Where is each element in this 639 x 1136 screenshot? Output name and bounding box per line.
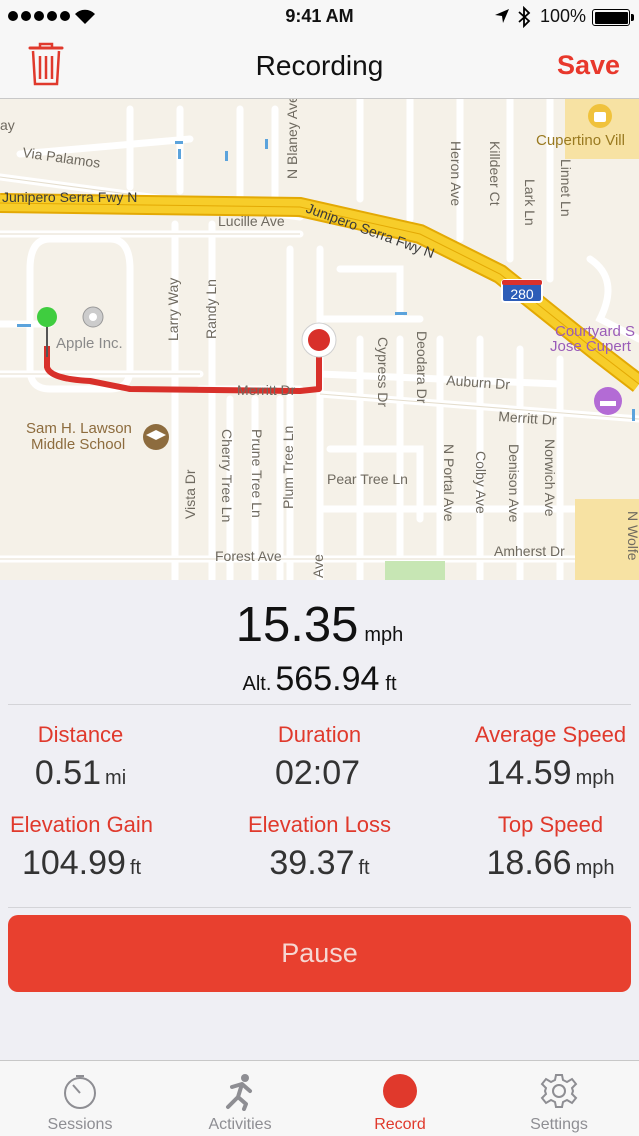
tab-label: Sessions xyxy=(47,1116,113,1133)
map-label: Heron Ave xyxy=(448,141,464,206)
map-label: Norwich Ave xyxy=(542,439,558,517)
pause-button[interactable]: Pause xyxy=(8,915,631,992)
tab-label: Activities xyxy=(208,1116,272,1133)
start-pin-icon xyxy=(37,307,57,327)
map-canvas: 280 Via Palamos N Blaney Ave Junipero Se… xyxy=(0,99,639,580)
tab-activities[interactable]: Activities xyxy=(160,1061,320,1136)
map-label: Pear Tree Ln xyxy=(327,471,408,487)
battery-percent: 100% xyxy=(540,6,587,26)
map-label: Lucille Ave xyxy=(218,213,285,229)
stat-unit: mi xyxy=(105,767,127,789)
map-label: Cherry Tree Ln xyxy=(219,429,235,522)
stat-elevation-gain: Elevation Gain 104.99 ft xyxy=(0,812,188,883)
map-label: Apple Inc. xyxy=(56,335,123,352)
divider xyxy=(8,907,631,908)
stat-top-speed: Top Speed 18.66 mph xyxy=(444,812,639,883)
map-label: Forest Ave xyxy=(215,548,282,564)
stat-value: 0.51 xyxy=(34,754,102,792)
altitude-prefix: Alt. xyxy=(242,673,272,695)
route-map[interactable]: 280 Via Palamos N Blaney Ave Junipero Se… xyxy=(0,99,639,580)
map-label: Merritt Dr xyxy=(498,408,558,428)
map-label: Junipero Serra Fwy N xyxy=(2,189,137,205)
map-label: Randy Ln xyxy=(203,279,219,339)
stat-unit: ft xyxy=(358,857,370,879)
stat-unit: mph xyxy=(575,857,615,879)
stat-value: 104.99 xyxy=(21,844,126,882)
stat-duration: Duration 02:07 xyxy=(213,722,426,793)
stats-panel: 15.35 mph Alt. 565.94 ft Distance 0.51 mi Du… xyxy=(0,580,639,1060)
map-label: Auburn Dr xyxy=(446,372,511,392)
tab-label: Record xyxy=(374,1116,426,1133)
map-label: Prune Tree Ln xyxy=(249,429,265,518)
record-icon xyxy=(383,1074,417,1108)
stat-label: Average Speed xyxy=(474,722,627,747)
tab-settings[interactable]: Settings xyxy=(479,1061,639,1136)
stat-value: 18.66 xyxy=(486,844,572,882)
battery-icon xyxy=(592,9,634,26)
map-label: Cypress Dr xyxy=(375,337,391,407)
status-bar: 9:41 AM 100% xyxy=(0,0,639,34)
map-label: Jose Cupert xyxy=(550,338,632,355)
map-label: Plum Tree Ln xyxy=(280,426,296,509)
map-label: Denison Ave xyxy=(506,444,522,523)
map-label: Vista Dr xyxy=(182,469,198,519)
stat-label: Elevation Loss xyxy=(247,812,392,837)
save-button[interactable]: Save xyxy=(557,50,620,81)
page-title: Recording xyxy=(255,50,384,81)
current-altitude: Alt. 565.94 ft xyxy=(0,660,639,699)
runner-icon xyxy=(226,1074,252,1111)
stat-distance: Distance 0.51 mi xyxy=(0,722,187,793)
map-label: N Portal Ave xyxy=(441,444,457,522)
stat-label: Duration xyxy=(277,722,362,747)
stat-unit: ft xyxy=(129,857,142,879)
gear-icon xyxy=(540,1074,578,1108)
map-label: Cupertino Vill xyxy=(536,132,625,149)
stat-value: 14.59 xyxy=(486,754,572,792)
tab-sessions[interactable]: Sessions xyxy=(0,1061,160,1136)
map-label: N Blaney Ave xyxy=(284,99,300,179)
bluetooth-icon xyxy=(518,6,531,28)
tab-record[interactable]: Record xyxy=(320,1061,480,1136)
stat-unit: mph xyxy=(575,767,615,789)
stat-value: 39.37 xyxy=(269,844,355,882)
map-label: Ave xyxy=(310,554,326,578)
stat-average-speed: Average Speed 14.59 mph xyxy=(444,722,639,793)
divider xyxy=(8,704,631,705)
map-label: Colby Ave xyxy=(473,451,489,514)
navigation-bar: Recording Save xyxy=(0,34,639,99)
altitude-unit: ft xyxy=(385,673,397,695)
tab-label: Settings xyxy=(530,1116,588,1133)
map-label: Sam H. Lawson xyxy=(26,420,132,437)
stat-value: 02:07 xyxy=(274,754,361,792)
location-arrow-icon xyxy=(495,9,509,23)
tab-bar: Sessions Activities Record Settings xyxy=(0,1060,639,1136)
map-label: Killdeer Ct xyxy=(487,141,503,206)
altitude-value: 565.94 xyxy=(275,660,380,698)
map-label: Larry Way xyxy=(165,278,181,341)
stopwatch-icon xyxy=(64,1075,96,1109)
stat-label: Distance xyxy=(37,722,124,747)
map-label: Deodara Dr xyxy=(414,331,430,404)
map-label: Merritt Dr xyxy=(237,382,296,398)
map-label: Lark Ln xyxy=(522,179,538,226)
map-label: Middle School xyxy=(31,436,125,453)
speed-unit: mph xyxy=(364,624,404,646)
stat-elevation-loss: Elevation Loss 39.37 ft xyxy=(213,812,426,883)
map-label: N Wolfe xyxy=(625,511,639,561)
current-speed: 15.35 mph xyxy=(0,597,639,653)
map-label: ay xyxy=(0,117,15,133)
speed-value: 15.35 xyxy=(235,598,359,652)
stat-label: Elevation Gain xyxy=(9,812,154,837)
highway-280-shield: 280 xyxy=(510,286,534,302)
map-label: Linnet Ln xyxy=(558,159,574,217)
stat-label: Top Speed xyxy=(497,812,604,837)
map-label: Amherst Dr xyxy=(494,543,565,559)
